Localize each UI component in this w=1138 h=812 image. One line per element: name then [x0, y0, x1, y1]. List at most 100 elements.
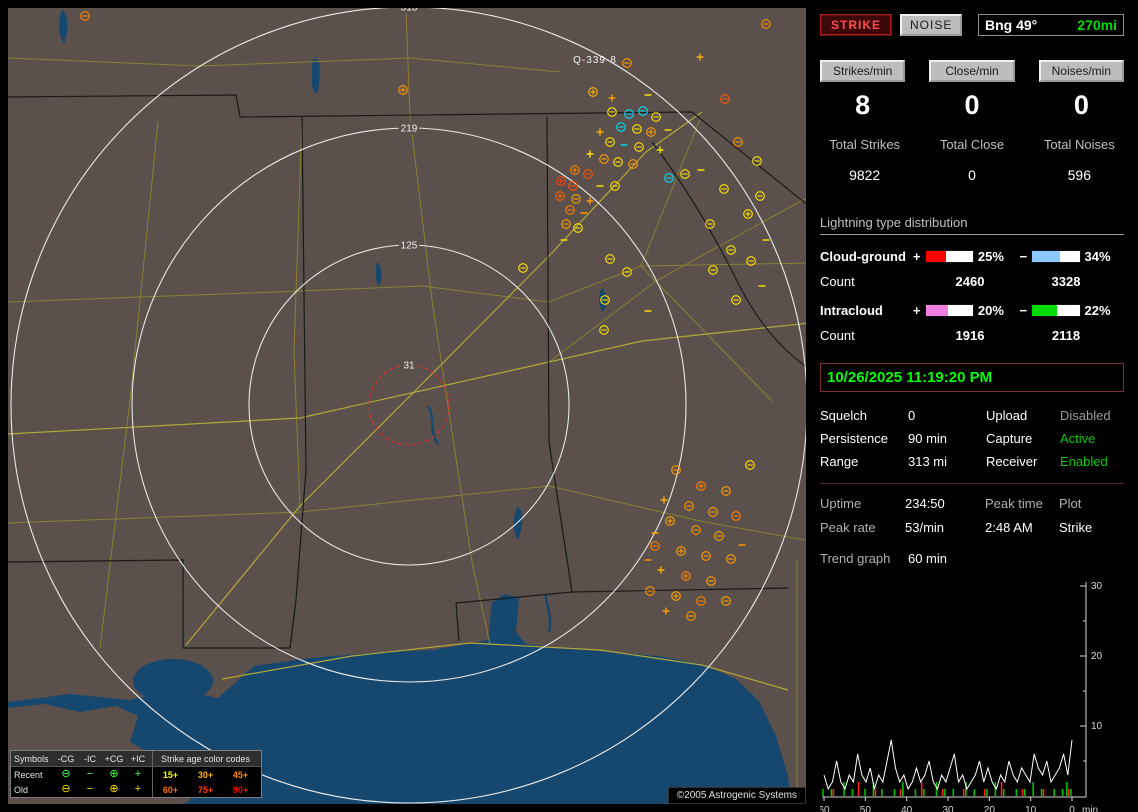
ic-pos-count: 1916	[955, 328, 985, 343]
map-area: 313 219 125 31 Q-339-8 Symbols -CG -IC +CG …	[8, 8, 806, 804]
plot-label: Plot	[1059, 496, 1082, 511]
legend-neg-cg-label: -CG	[57, 753, 75, 764]
peak-time-value: 2:48 AM	[985, 520, 1033, 535]
lightning-map[interactable]: 313 219 125 31 Q-339-8	[8, 8, 806, 804]
svg-text:30: 30	[942, 805, 954, 812]
receiver-value: Enabled	[1060, 454, 1108, 469]
status-table: Squelch 0 Upload Disabled Persistence 90…	[820, 408, 1124, 469]
legend-age-title: Strike age color codes	[152, 751, 258, 766]
bearing-box: Bng 49° 270mi	[978, 14, 1124, 36]
total-noises-label: Total Noises	[1043, 137, 1115, 152]
range-value: 313 mi	[908, 454, 948, 469]
close-per-min-button[interactable]: Close/min	[929, 60, 1015, 82]
bearing-range: 270mi	[1077, 17, 1117, 33]
trend-graph: 10 20 30 60 50 40 30 20 10 0 min	[818, 581, 1103, 812]
plus-sign: +	[912, 303, 921, 318]
cg-pos-pct: 25%	[977, 249, 1004, 264]
trend-header: Trend graph 60 min	[820, 551, 1124, 566]
pos-ic-icon: +	[134, 783, 142, 795]
upload-value: Disabled	[1060, 408, 1111, 423]
neg-cg-icon: ⊖	[61, 768, 71, 780]
cloud-ground-row: Cloud-ground + 25% − 34%	[820, 249, 1124, 264]
cg-pos-bar	[924, 250, 974, 263]
cloud-ground-label: Cloud-ground	[820, 249, 906, 264]
svg-text:40: 40	[901, 805, 913, 812]
count-label: Count	[820, 328, 855, 343]
svg-text:min: min	[1082, 805, 1098, 812]
ic-neg-count: 2118	[1051, 328, 1081, 343]
minus-sign: −	[1019, 249, 1028, 264]
ic-neg-pct: 22%	[1084, 303, 1111, 318]
svg-text:30: 30	[1091, 581, 1103, 592]
noise-mode-button[interactable]: NOISE	[900, 14, 963, 36]
uptime-label: Uptime	[820, 496, 862, 511]
legend-recent-label: Recent	[14, 769, 43, 780]
legend-old-row: Old ⊖ − ⊕ + 60+ 75+ 90+	[11, 782, 261, 797]
legend-recent-row: Recent ⊖ − ⊕ + 15+ 30+ 45+	[11, 767, 261, 782]
capture-label: Capture	[986, 431, 1033, 446]
cg-neg-count: 3328	[1051, 274, 1081, 289]
datetime-display: 10/26/2025 11:19:20 PM	[820, 363, 1124, 392]
upload-label: Upload	[986, 408, 1028, 423]
total-close-value: 0	[968, 167, 976, 183]
legend-pos-ic-label: +IC	[130, 753, 146, 764]
peak-rate-label: Peak rate	[820, 520, 876, 535]
persistence-value: 90 min	[908, 431, 948, 446]
total-strikes-label: Total Strikes	[829, 137, 901, 152]
range-ring-label: 313	[401, 8, 418, 14]
neg-cg-icon: ⊖	[61, 783, 71, 795]
svg-text:20: 20	[984, 805, 996, 812]
pos-ic-icon: +	[134, 768, 142, 780]
svg-text:60: 60	[820, 805, 830, 812]
legend-symbols-label: Symbols	[14, 753, 49, 764]
range-ring-label: 31	[403, 361, 415, 372]
neg-ic-icon: −	[86, 768, 94, 780]
noises-per-min-button[interactable]: Noises/min	[1038, 60, 1124, 82]
svg-text:0: 0	[1069, 805, 1075, 812]
copyright-label: ©2005 Astrogenic Systems	[667, 787, 806, 804]
total-noises-value: 596	[1067, 167, 1091, 183]
peak-time-label: Peak time	[985, 496, 1043, 511]
lake	[133, 659, 213, 703]
app-window: 313 219 125 31 Q-339-8 Symbols -CG -IC +CG …	[0, 0, 1138, 812]
squelch-value: 0	[908, 408, 916, 423]
ic-pos-bar	[924, 304, 974, 317]
strike-mode-button[interactable]: STRIKE	[820, 14, 893, 36]
range-ring-label: 125	[401, 241, 418, 252]
ic-neg-bar	[1031, 304, 1081, 317]
status-panel: STRIKE NOISE Bng 49° 270mi Strikes/min C…	[814, 8, 1130, 812]
minus-sign: −	[1019, 303, 1028, 318]
age-code: 45+	[232, 769, 249, 780]
ic-pos-pct: 20%	[977, 303, 1004, 318]
intracloud-count-row: Count 1916 2118	[820, 328, 1124, 343]
svg-text:20: 20	[1091, 651, 1103, 662]
age-code: 90+	[232, 784, 249, 795]
age-code: 75+	[197, 784, 214, 795]
total-close-label: Total Close	[939, 137, 1005, 152]
pos-cg-icon: ⊕	[109, 783, 119, 795]
persistence-label: Persistence	[820, 431, 888, 446]
storm-track-label: Q-339-8	[573, 55, 617, 66]
range-label: Range	[820, 454, 859, 469]
capture-value: Active	[1060, 431, 1096, 446]
age-code: 60+	[162, 784, 179, 795]
legend-old-label: Old	[14, 784, 29, 795]
squelch-label: Squelch	[820, 408, 867, 423]
cg-neg-bar	[1031, 250, 1081, 263]
uptime-value: 234:50	[905, 496, 945, 511]
total-strikes-value: 9822	[849, 167, 881, 183]
legend-pos-cg-label: +CG	[104, 753, 124, 764]
svg-text:50: 50	[860, 805, 872, 812]
pos-cg-icon: ⊕	[109, 768, 119, 780]
strikes-per-min-button[interactable]: Strikes/min	[820, 60, 906, 82]
svg-text:10: 10	[1091, 721, 1103, 732]
stats-table: Uptime 234:50 Peak time Plot Peak rate 5…	[820, 496, 1124, 535]
separator	[820, 483, 1124, 484]
receiver-label: Receiver	[986, 454, 1038, 469]
neg-ic-icon: −	[86, 783, 94, 795]
distribution-title: Lightning type distribution	[820, 215, 1124, 235]
map-legend: Symbols -CG -IC +CG +IC Strike age color…	[10, 750, 262, 798]
peak-rate-value: 53/min	[905, 520, 945, 535]
cg-pos-count: 2460	[955, 274, 985, 289]
noises-per-min-value: 0	[1073, 90, 1089, 120]
